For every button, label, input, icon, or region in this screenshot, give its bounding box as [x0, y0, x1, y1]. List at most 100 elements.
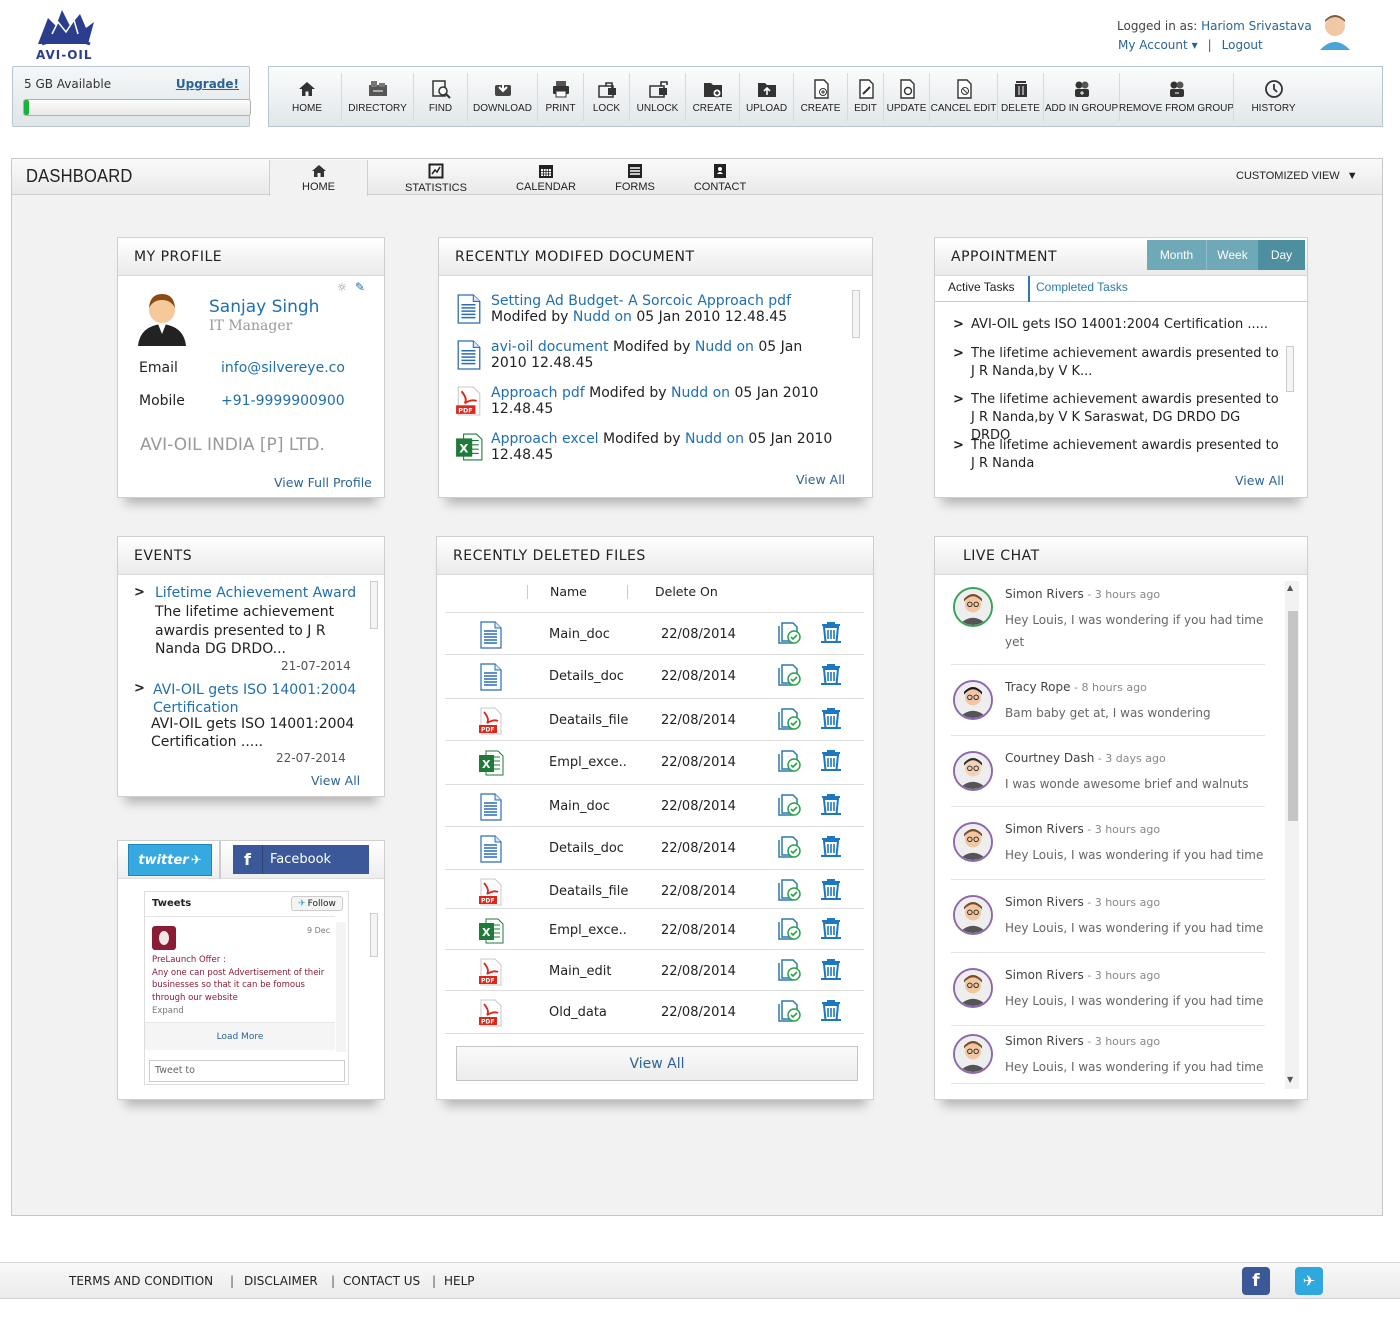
load-more-button[interactable]: Load More [145, 1022, 335, 1050]
tab-completed-tasks[interactable]: Completed Tasks [1028, 276, 1128, 302]
tab-active-tasks[interactable]: Active Tasks [948, 280, 1014, 294]
trash-icon[interactable] [819, 877, 843, 901]
tab-calendar[interactable]: CALENDAR [512, 160, 580, 195]
toolbar-delete-button[interactable]: DELETE [997, 73, 1043, 121]
trash-icon[interactable] [819, 957, 843, 981]
task-item[interactable]: > The lifetime achievement awardis presen… [953, 437, 1283, 473]
document-link[interactable]: avi-oil document [491, 339, 609, 355]
scrollbar[interactable] [852, 290, 860, 338]
scrollbar[interactable] [370, 913, 378, 957]
view-all-button[interactable]: View All [456, 1046, 858, 1081]
mobile-value[interactable]: +91-9999900900 [221, 393, 345, 409]
trash-icon[interactable] [819, 834, 843, 858]
view-full-profile-link[interactable]: View Full Profile [274, 475, 372, 490]
user-avatar[interactable] [1318, 12, 1352, 50]
twitter-icon[interactable]: ✈ [1295, 1267, 1323, 1295]
customized-view-dropdown[interactable]: CUSTOMIZED VIEW ▼ [1236, 170, 1358, 182]
tweet-scrollbar[interactable] [336, 922, 346, 1052]
tab-forms[interactable]: FORMS [610, 160, 660, 195]
event-title[interactable]: AVI-OIL gets ISO 14001:2004 Certificatio… [153, 681, 378, 717]
modified-by[interactable]: Nudd on [671, 385, 730, 401]
scroll-down-icon[interactable]: ▼ [1287, 1075, 1293, 1084]
restore-icon[interactable] [777, 998, 803, 1024]
toolbar-lock-button[interactable]: LOCK [583, 73, 629, 121]
toolbar-download-button[interactable]: DOWNLOAD [467, 73, 537, 121]
toolbar-directory-button[interactable]: DIRECTORY [341, 73, 413, 121]
restore-icon[interactable] [777, 834, 803, 860]
trash-icon[interactable] [819, 662, 843, 686]
tab-contact[interactable]: CONTACT [690, 160, 750, 195]
chat-message[interactable]: Courtney Dash - 3 days ago I was wonde aw… [951, 751, 1265, 807]
help-link[interactable]: HELP [444, 1274, 475, 1288]
restore-icon[interactable] [777, 748, 803, 774]
toolbar-history-button[interactable]: HISTORY [1233, 73, 1313, 121]
restore-icon[interactable] [777, 662, 803, 688]
week-button[interactable]: Week [1206, 240, 1258, 270]
facebook-icon[interactable]: f [1242, 1267, 1270, 1295]
toolbar-add-in-group-button[interactable]: ADD IN GROUP [1043, 73, 1119, 121]
trash-icon[interactable] [819, 998, 843, 1022]
event-title[interactable]: Lifetime Achievement Award [155, 585, 356, 601]
settings-icon[interactable]: ☼ [337, 281, 347, 294]
edit-pencil-icon[interactable]: ✎ [355, 280, 365, 294]
chat-message[interactable]: Simon Rivers - 3 hours ago Hey Louis, I w… [951, 822, 1265, 880]
upgrade-link[interactable]: Upgrade! [176, 77, 239, 91]
avi-oil-logo[interactable]: AVI-OIL [28, 4, 104, 62]
facebook-tab[interactable]: f Facebook [233, 845, 369, 874]
disclaimer-link[interactable]: DISCLAIMER [244, 1274, 318, 1288]
tweet-to-input[interactable]: Tweet to [149, 1060, 345, 1082]
toolbar-cancel-edit-button[interactable]: CANCEL EDIT [929, 73, 997, 121]
modified-by[interactable]: Nudd on [695, 339, 754, 355]
toolbar-edit-button[interactable]: EDIT [847, 73, 883, 121]
trash-icon[interactable] [819, 792, 843, 816]
toolbar-find-button[interactable]: FIND [413, 73, 467, 121]
document-link[interactable]: Setting Ad Budget- A Sorcoic Approach pd… [491, 293, 791, 309]
chat-message[interactable]: Tracy Rope - 8 hours ago Bam baby get at,… [951, 680, 1265, 736]
view-all-link[interactable]: View All [311, 773, 360, 788]
restore-icon[interactable] [777, 877, 803, 903]
toolbar-home-button[interactable]: HOME [273, 73, 341, 121]
contact-us-link[interactable]: CONTACT US [343, 1274, 420, 1288]
trash-icon[interactable] [819, 706, 843, 730]
terms-link[interactable]: TERMS AND CONDITION [69, 1274, 213, 1288]
day-button[interactable]: Day [1258, 240, 1305, 270]
scroll-up-icon[interactable]: ▲ [1287, 583, 1293, 592]
document-link[interactable]: Approach excel [491, 431, 599, 447]
month-button[interactable]: Month [1147, 240, 1206, 270]
document-link[interactable]: Approach pdf [491, 385, 585, 401]
chat-message[interactable]: Simon Rivers - 3 hours ago Hey Louis, I w… [951, 968, 1265, 1026]
chat-scrollbar[interactable]: ▲ ▼ [1285, 581, 1299, 1089]
restore-icon[interactable] [777, 706, 803, 732]
restore-icon[interactable] [777, 916, 803, 942]
task-item[interactable]: > The lifetime achievement awardis presen… [953, 345, 1283, 381]
toolbar-remove-from-group-button[interactable]: REMOVE FROM GROUP [1119, 73, 1234, 121]
toolbar-update-button[interactable]: UPDATE [883, 73, 929, 121]
toolbar-print-button[interactable]: PRINT [537, 73, 583, 121]
tab-statistics[interactable]: STATISTICS [400, 160, 472, 195]
restore-icon[interactable] [777, 620, 803, 646]
my-account-link[interactable]: My Account ▾ [1118, 38, 1198, 52]
task-item[interactable]: > AVI-OIL gets ISO 14001:2004 Certificati… [953, 316, 1283, 334]
trash-icon[interactable] [819, 748, 843, 772]
toolbar-unlock-button[interactable]: UNLOCK [629, 73, 685, 121]
toolbar-create-button[interactable]: CREATE [793, 73, 847, 121]
user-name[interactable]: Hariom Srivastava [1201, 19, 1312, 33]
expand-link[interactable]: Expand [152, 1006, 184, 1016]
toolbar-create-button[interactable]: CREATE [685, 73, 739, 121]
twitter-tab[interactable]: twitter ✈ [128, 844, 212, 876]
toolbar-upload-button[interactable]: UPLOAD [739, 73, 793, 121]
follow-button[interactable]: ✈ Follow [291, 896, 343, 911]
modified-by[interactable]: Nudd on [573, 309, 632, 325]
restore-icon[interactable] [777, 792, 803, 818]
tab-home[interactable]: HOME [269, 160, 368, 196]
chat-message[interactable]: Simon Rivers - 3 hours ago Hey Louis, I w… [951, 1034, 1265, 1084]
restore-icon[interactable] [777, 957, 803, 983]
trash-icon[interactable] [819, 916, 843, 940]
scrollbar[interactable] [1286, 346, 1294, 392]
trash-icon[interactable] [819, 620, 843, 644]
scrollbar-thumb[interactable] [1288, 611, 1298, 821]
logout-link[interactable]: Logout [1222, 38, 1263, 52]
scrollbar[interactable] [370, 581, 378, 629]
view-all-link[interactable]: View All [796, 472, 845, 487]
email-value[interactable]: info@silvereye.co [221, 360, 345, 376]
